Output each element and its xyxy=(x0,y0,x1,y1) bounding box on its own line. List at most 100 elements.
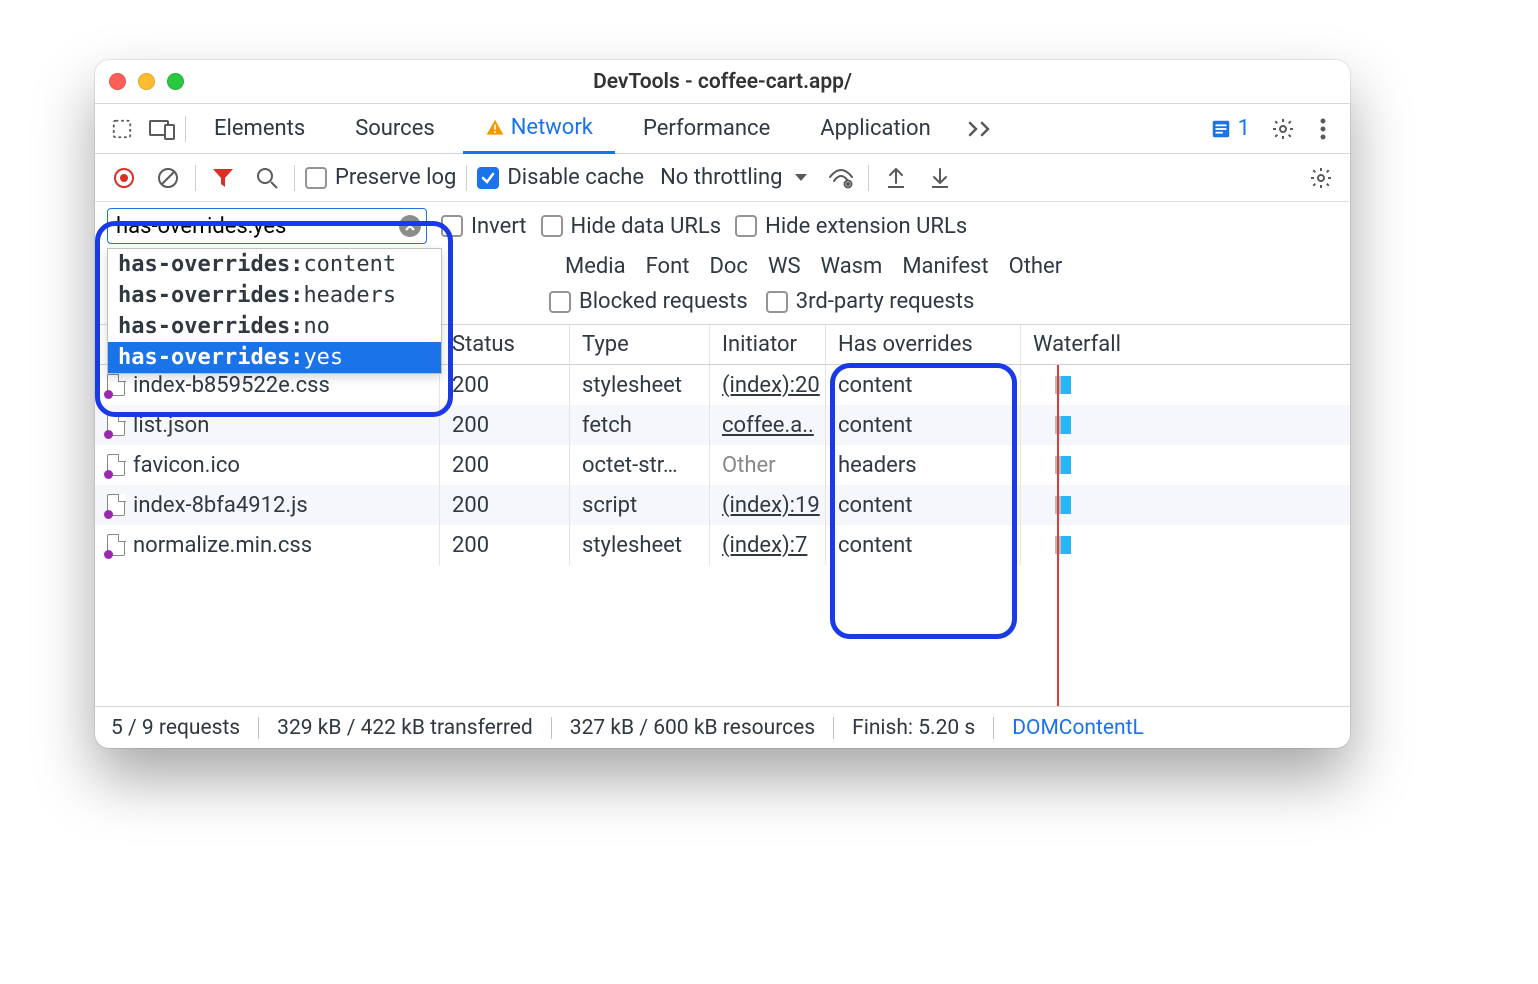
cell-name: favicon.ico xyxy=(133,453,240,478)
download-har-icon[interactable] xyxy=(923,161,957,195)
filter-type-media[interactable]: Media xyxy=(565,254,626,279)
cell-waterfall xyxy=(1021,365,1350,405)
filter-type-other[interactable]: Other xyxy=(1009,254,1063,279)
cell-has-overrides: content xyxy=(826,485,1021,525)
blocked-requests-toggle[interactable]: Blocked requests xyxy=(549,289,748,314)
checkbox-icon xyxy=(549,291,571,313)
network-toolbar: Preserve log Disable cache No throttling xyxy=(95,154,1350,202)
cell-initiator[interactable]: coffee.a.. xyxy=(722,413,814,438)
suggestion-item[interactable]: has-overrides:no xyxy=(108,311,441,342)
cell-waterfall xyxy=(1021,405,1350,445)
invert-toggle[interactable]: Invert xyxy=(441,214,527,239)
clear-button[interactable] xyxy=(151,161,185,195)
kebab-menu-icon[interactable] xyxy=(1306,112,1340,146)
file-override-icon xyxy=(107,374,125,396)
file-override-icon xyxy=(107,534,125,556)
maximize-window-button[interactable] xyxy=(167,73,184,90)
network-settings-icon[interactable] xyxy=(1304,161,1338,195)
cell-status: 200 xyxy=(440,485,570,525)
settings-icon[interactable] xyxy=(1266,112,1300,146)
suggestion-item-selected[interactable]: has-overrides:yes xyxy=(108,342,441,373)
waterfall-load-marker xyxy=(1057,365,1059,706)
network-conditions-icon[interactable] xyxy=(824,161,858,195)
filter-box: has-overrides:content has-overrides:head… xyxy=(107,208,427,244)
cell-initiator[interactable]: (index):20 xyxy=(722,373,820,398)
filter-type-manifest[interactable]: Manifest xyxy=(902,254,988,279)
cell-name: normalize.min.css xyxy=(133,533,312,558)
status-resources: 327 kB / 600 kB resources xyxy=(570,716,815,740)
cell-waterfall xyxy=(1021,445,1350,485)
upload-har-icon[interactable] xyxy=(879,161,913,195)
cell-initiator[interactable]: (index):19 xyxy=(722,493,820,518)
preserve-log-toggle[interactable]: Preserve log xyxy=(305,165,456,190)
table-row[interactable]: normalize.min.css 200stylesheet (index):7 c… xyxy=(95,525,1350,565)
warning-icon xyxy=(485,118,505,138)
tab-sources[interactable]: Sources xyxy=(333,104,457,153)
col-type[interactable]: Type xyxy=(570,325,710,364)
hide-data-urls-toggle[interactable]: Hide data URLs xyxy=(541,214,722,239)
inspect-icon[interactable] xyxy=(105,112,139,146)
tab-elements[interactable]: Elements xyxy=(192,104,327,153)
cell-has-overrides: content xyxy=(826,525,1021,565)
file-override-icon xyxy=(107,454,125,476)
status-requests: 5 / 9 requests xyxy=(111,716,240,740)
record-button[interactable] xyxy=(107,161,141,195)
clear-filter-icon[interactable] xyxy=(399,215,421,237)
filter-input[interactable] xyxy=(107,208,427,244)
cell-has-overrides: content xyxy=(826,365,1021,405)
third-party-toggle[interactable]: 3rd-party requests xyxy=(766,289,975,314)
tab-network[interactable]: Network xyxy=(463,105,615,154)
checkbox-icon xyxy=(735,215,757,237)
hide-extension-urls-toggle[interactable]: Hide extension URLs xyxy=(735,214,967,239)
filter-type-font[interactable]: Font xyxy=(646,254,690,279)
table-row[interactable]: favicon.ico200octet-str…Otherheaders xyxy=(95,445,1350,485)
file-override-icon xyxy=(107,494,125,516)
filter-type-ws[interactable]: WS xyxy=(768,254,801,279)
col-initiator[interactable]: Initiator xyxy=(710,325,826,364)
suggestion-item[interactable]: has-overrides:content xyxy=(108,249,441,280)
search-icon[interactable] xyxy=(250,161,284,195)
checkbox-checked-icon xyxy=(477,167,499,189)
file-override-icon xyxy=(107,414,125,436)
tab-application[interactable]: Application xyxy=(798,104,952,153)
cell-status: 200 xyxy=(440,405,570,445)
suggestion-item[interactable]: has-overrides:headers xyxy=(108,280,441,311)
filter-suggestions: has-overrides:content has-overrides:head… xyxy=(107,248,442,374)
table-row[interactable]: list.json200fetchcoffee.a..content xyxy=(95,405,1350,445)
cell-status: 200 xyxy=(440,365,570,405)
col-has-overrides[interactable]: Has overrides xyxy=(826,325,1021,364)
close-window-button[interactable] xyxy=(109,73,126,90)
cell-waterfall xyxy=(1021,485,1350,525)
filter-type-wasm[interactable]: Wasm xyxy=(821,254,883,279)
window-title: DevTools - coffee-cart.app/ xyxy=(95,70,1350,94)
col-status[interactable]: Status xyxy=(440,325,570,364)
traffic-lights xyxy=(109,73,184,90)
table-row[interactable]: index-8bfa4912.js200script(index):19cont… xyxy=(95,485,1350,525)
cell-initiator[interactable]: (index):7 xyxy=(722,533,807,558)
throttling-select[interactable]: No throttling xyxy=(654,165,814,190)
cell-name: list.json xyxy=(133,413,209,438)
network-table: Name Status Type Initiator Has overrides… xyxy=(95,325,1350,706)
cell-type: stylesheet xyxy=(570,525,710,565)
titlebar: DevTools - coffee-cart.app/ xyxy=(95,60,1350,104)
main-tabs: Elements Sources Network Performance App… xyxy=(95,104,1350,154)
cell-has-overrides: headers xyxy=(826,445,1021,485)
issues-button[interactable]: 1 xyxy=(1210,116,1250,141)
col-waterfall[interactable]: Waterfall xyxy=(1021,325,1350,364)
more-tabs-button[interactable] xyxy=(959,112,1003,146)
minimize-window-button[interactable] xyxy=(138,73,155,90)
tab-performance[interactable]: Performance xyxy=(621,104,792,153)
checkbox-icon xyxy=(441,215,463,237)
cell-waterfall xyxy=(1021,525,1350,565)
cell-has-overrides: content xyxy=(826,405,1021,445)
filter-icon[interactable] xyxy=(206,161,240,195)
issue-icon xyxy=(1210,118,1232,140)
checkbox-icon xyxy=(766,291,788,313)
disable-cache-toggle[interactable]: Disable cache xyxy=(477,165,644,190)
cell-initiator: Other xyxy=(722,453,776,478)
device-toggle-icon[interactable] xyxy=(145,112,179,146)
filter-type-doc[interactable]: Doc xyxy=(709,254,748,279)
cell-type: stylesheet xyxy=(570,365,710,405)
status-domcontentloaded: DOMContentL xyxy=(1012,716,1144,740)
cell-status: 200 xyxy=(440,525,570,565)
